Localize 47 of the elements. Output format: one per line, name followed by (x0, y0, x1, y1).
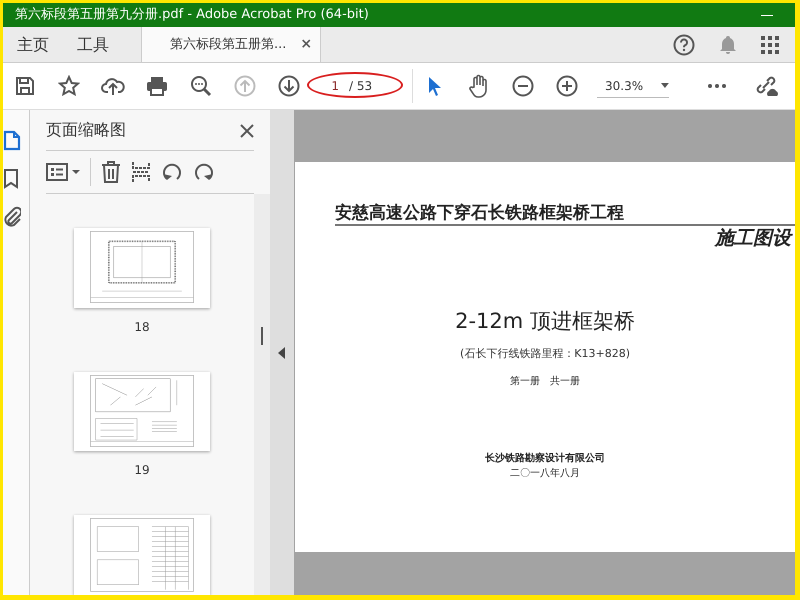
page-thumbnail[interactable] (74, 228, 210, 308)
document-subtitle: 施工图设 (715, 226, 794, 250)
rotate-right-icon[interactable] (193, 161, 215, 183)
document-heading: 安慈高速公路下穿石长铁路框架桥工程 (335, 162, 795, 226)
mileage-text: (石长下行线铁路里程：K13+828) (460, 346, 630, 362)
zoom-search-icon[interactable] (190, 75, 212, 97)
page-icon[interactable] (3, 130, 21, 152)
apps-grid-icon[interactable] (761, 36, 779, 54)
paperclip-icon[interactable] (3, 206, 21, 228)
hand-icon[interactable] (468, 74, 490, 98)
scrollbar[interactable] (254, 194, 270, 595)
pointer-icon[interactable] (428, 76, 442, 96)
volume-text: 第一册 共一册 (510, 374, 580, 389)
zoom-out-icon[interactable] (512, 75, 534, 97)
print-icon[interactable] (146, 76, 168, 96)
tab[interactable]: 第六标段第五册第... × (141, 27, 322, 62)
zoom-dropdown[interactable]: 30.3% (597, 74, 669, 98)
caret-icon[interactable] (661, 83, 669, 88)
page-total: / 53 (348, 78, 372, 95)
close-icon[interactable] (240, 124, 254, 138)
options-icon[interactable] (46, 162, 80, 182)
save-icon[interactable] (15, 76, 35, 96)
page-number: 18 (134, 318, 150, 336)
document-date: 二〇一八年八月 (510, 467, 580, 481)
close-icon[interactable]: × (300, 34, 312, 55)
page-number: 19 (134, 462, 150, 480)
page-thumbnail[interactable] (74, 515, 210, 595)
company-name: 长沙铁路勘察设计有限公司 (485, 452, 605, 466)
window-title: 第六标段第五册第九分册.pdf - Adobe Acrobat Pro (64-bit) (15, 6, 369, 24)
panel-title: 页面缩略图 (46, 119, 126, 141)
page-number-field[interactable]: 1 (311, 77, 345, 95)
cloud-upload-icon[interactable] (101, 76, 125, 96)
collapse-arrow-icon[interactable] (278, 346, 286, 358)
minimize-icon[interactable] (761, 14, 773, 16)
tab[interactable]: 主页 (3, 27, 63, 62)
document-title: 2-12m 顶进框架桥 (455, 308, 635, 335)
trash-icon[interactable] (101, 161, 121, 183)
bookmark-icon[interactable] (3, 168, 21, 190)
zoom-in-icon[interactable] (556, 75, 578, 97)
help-icon[interactable] (673, 34, 695, 56)
more-icon[interactable] (708, 84, 726, 88)
link-cloud-icon[interactable] (754, 75, 780, 97)
tab[interactable]: 工具 (63, 27, 123, 62)
insert-page-icon[interactable] (131, 161, 151, 183)
rotate-left-icon[interactable] (161, 161, 183, 183)
star-icon[interactable] (58, 75, 80, 97)
page-thumbnail[interactable] (74, 372, 210, 452)
